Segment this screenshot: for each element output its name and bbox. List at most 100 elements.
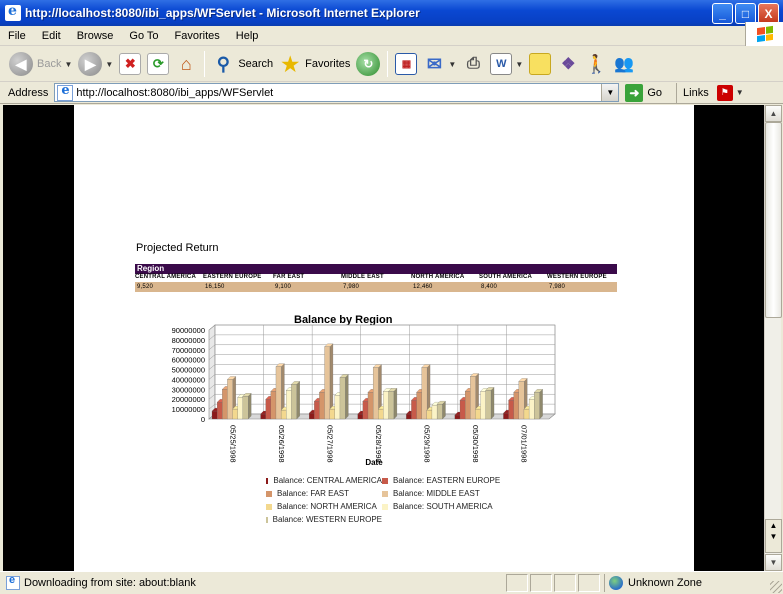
print-button[interactable]: ⎙ bbox=[459, 49, 487, 79]
links-dropdown-icon[interactable]: ▼ bbox=[736, 88, 744, 97]
legend-swatch bbox=[382, 503, 388, 510]
toolbar-separator bbox=[387, 51, 389, 77]
bar-side bbox=[539, 388, 543, 420]
scroll-down-arrow-icon[interactable]: ▼ bbox=[765, 554, 782, 571]
go-button[interactable]: ➜ Go bbox=[625, 83, 662, 102]
x-tick-label: 07/01/1998 bbox=[520, 425, 529, 463]
forward-dropdown-icon[interactable]: ▼ bbox=[105, 60, 113, 69]
security-zone: Unknown Zone bbox=[604, 574, 754, 592]
maximize-button[interactable]: □ bbox=[735, 3, 756, 24]
stop-button[interactable]: ✖ bbox=[116, 49, 144, 79]
bar bbox=[388, 391, 395, 420]
scroll-thumb[interactable] bbox=[765, 122, 782, 318]
back-label: Back bbox=[37, 58, 62, 70]
bar-side bbox=[296, 381, 300, 420]
globe-icon bbox=[609, 576, 623, 590]
address-label: Address bbox=[8, 86, 49, 99]
status-pane bbox=[578, 574, 600, 592]
menu-browse[interactable]: Browse bbox=[69, 30, 122, 42]
search-button[interactable]: ⚲ Search bbox=[209, 49, 276, 79]
home-button[interactable]: ⌂ bbox=[172, 49, 200, 79]
edit-button[interactable]: W ▼ bbox=[487, 49, 526, 79]
refresh-button[interactable]: ⟳ bbox=[144, 49, 172, 79]
discuss-button[interactable] bbox=[526, 49, 554, 79]
menu-help[interactable]: Help bbox=[228, 30, 267, 42]
legend-swatch bbox=[266, 503, 272, 510]
resize-grip-icon[interactable] bbox=[770, 581, 782, 593]
menu-file[interactable]: File bbox=[0, 30, 34, 42]
bar bbox=[523, 408, 530, 420]
history-button[interactable]: ↻ bbox=[353, 49, 383, 79]
bar bbox=[454, 414, 461, 420]
bar bbox=[378, 408, 384, 420]
forward-button[interactable]: ▶ ▼ bbox=[75, 49, 116, 79]
acrobat-icon[interactable]: ⚑ bbox=[716, 84, 733, 101]
edit-dropdown-icon[interactable]: ▼ bbox=[515, 60, 523, 69]
word-edit-icon: W bbox=[490, 53, 513, 75]
close-button[interactable]: X bbox=[758, 3, 779, 24]
bar bbox=[528, 399, 535, 420]
contacts-button[interactable]: 👥 bbox=[610, 49, 638, 79]
media-icon: ▦ bbox=[395, 53, 418, 75]
legend-item: Balance: FAR EAST bbox=[266, 489, 382, 498]
y-tick-label: 10000000 bbox=[172, 405, 205, 414]
messenger-button[interactable]: 🚶 bbox=[582, 49, 610, 79]
bar bbox=[265, 399, 272, 420]
bar bbox=[309, 412, 315, 420]
bar bbox=[426, 409, 433, 420]
report-page: Projected Return Region CENTRAL AMERICA E… bbox=[74, 105, 694, 571]
legend-swatch bbox=[266, 516, 268, 523]
legend-label: Balance: CENTRAL AMERICA bbox=[273, 476, 382, 485]
menu-go-to[interactable]: Go To bbox=[121, 30, 166, 42]
scroll-up-arrow-icon[interactable]: ▲ bbox=[765, 105, 782, 122]
bar bbox=[436, 404, 443, 420]
research-button[interactable]: ❖ bbox=[554, 49, 582, 79]
window-title: http://localhost:8080/ibi_apps/WFServlet… bbox=[25, 6, 420, 20]
favorites-button[interactable]: ★ Favorites bbox=[276, 49, 353, 79]
status-pane bbox=[530, 574, 552, 592]
status-text: Downloading from site: about:blank bbox=[24, 577, 196, 589]
bar bbox=[508, 400, 515, 420]
address-field[interactable]: ▼ bbox=[54, 83, 620, 102]
mail-button[interactable]: ✉ ▼ bbox=[420, 49, 459, 79]
links-toolbar[interactable]: Links ⚑ ▼ bbox=[676, 82, 744, 103]
bar bbox=[280, 409, 287, 420]
bar bbox=[372, 367, 379, 420]
menu-favorites[interactable]: Favorites bbox=[167, 30, 228, 42]
page-scroll-arrows-icon[interactable]: ▲ ▼ bbox=[765, 519, 782, 553]
legend-item: Balance: SOUTH AMERICA bbox=[382, 502, 532, 511]
bar bbox=[485, 390, 492, 420]
favorites-label: Favorites bbox=[305, 58, 351, 70]
y-tick-label: 90000000 bbox=[172, 326, 205, 335]
address-dropdown-icon[interactable]: ▼ bbox=[601, 84, 619, 101]
minimize-button[interactable]: _ bbox=[712, 3, 733, 24]
bar-side bbox=[248, 392, 252, 420]
back-button[interactable]: ◀ Back ▼ bbox=[6, 49, 75, 79]
y-tick-label: 20000000 bbox=[172, 395, 205, 404]
mail-dropdown-icon[interactable]: ▼ bbox=[448, 60, 456, 69]
windows-logo-icon bbox=[745, 22, 783, 46]
go-arrow-icon: ➜ bbox=[625, 83, 644, 102]
bar bbox=[480, 391, 487, 420]
bar-side bbox=[393, 388, 398, 420]
address-input[interactable] bbox=[76, 86, 597, 99]
history-icon: ↻ bbox=[356, 52, 381, 76]
bar bbox=[334, 395, 341, 420]
status-pane bbox=[506, 574, 528, 592]
ie-icon bbox=[5, 3, 21, 21]
legend-label: Balance: EASTERN EUROPE bbox=[393, 476, 501, 485]
vertical-scrollbar[interactable]: ▲ ▲ ▼ ▼ bbox=[764, 105, 782, 571]
media-button[interactable]: ▦ bbox=[392, 49, 420, 79]
back-dropdown-icon[interactable]: ▼ bbox=[64, 60, 72, 69]
home-icon: ⌂ bbox=[180, 53, 192, 74]
status-page-icon bbox=[6, 574, 20, 590]
y-tick-label: 80000000 bbox=[172, 336, 205, 345]
title-bar: http://localhost:8080/ibi_apps/WFServlet… bbox=[0, 0, 783, 26]
y-tick-label: 30000000 bbox=[172, 385, 205, 394]
bar bbox=[319, 392, 325, 420]
bar-side bbox=[490, 387, 495, 420]
menu-edit[interactable]: Edit bbox=[34, 30, 69, 42]
bar bbox=[222, 389, 228, 420]
legend-swatch bbox=[382, 477, 388, 484]
bar bbox=[518, 381, 525, 420]
